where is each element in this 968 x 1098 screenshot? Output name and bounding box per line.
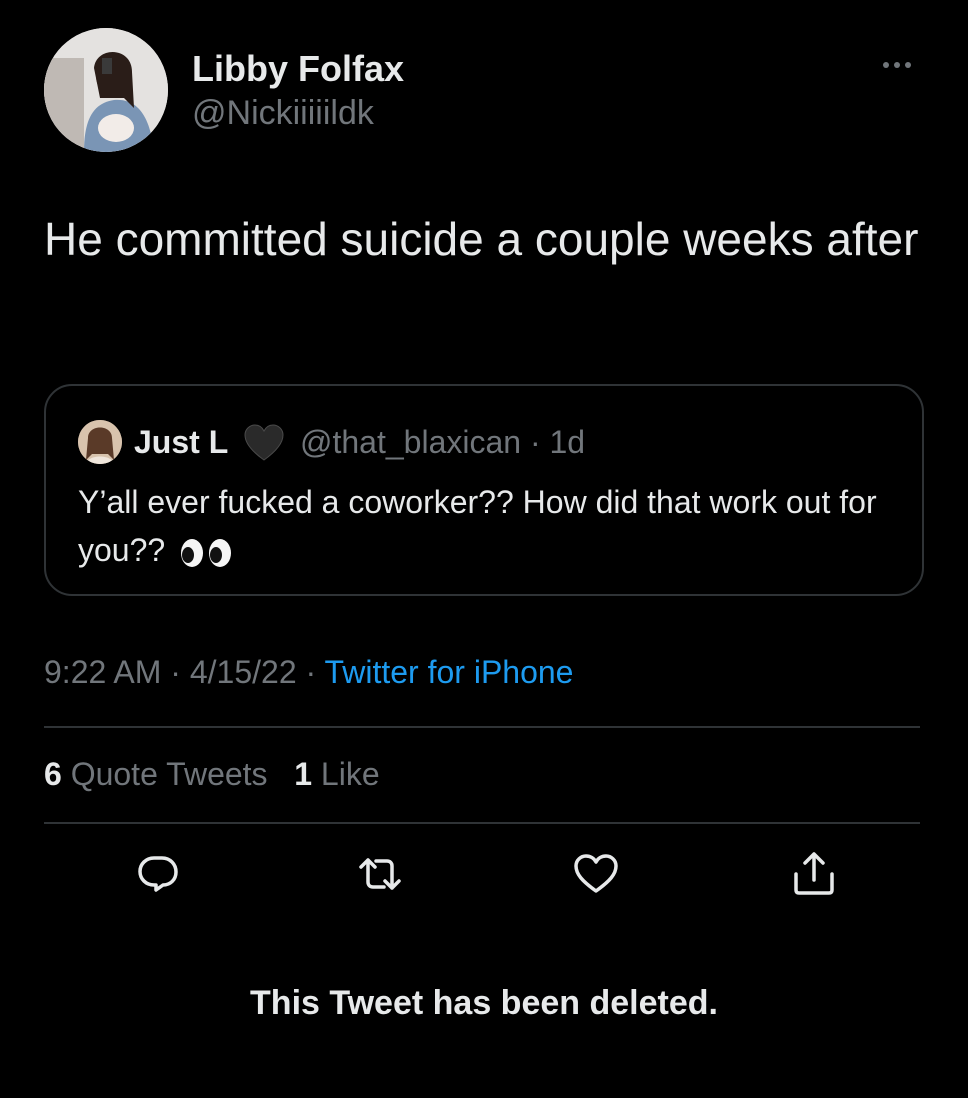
share-icon bbox=[794, 852, 834, 895]
quote-tweets-stat[interactable]: 6 Quote Tweets bbox=[44, 756, 268, 792]
like-count: 1 bbox=[294, 756, 313, 792]
quote-count: 6 bbox=[44, 756, 62, 792]
timestamp-separator: · bbox=[305, 654, 317, 690]
profile-photo-avatar-icon bbox=[44, 28, 168, 152]
quoted-time-ago: 1d bbox=[549, 424, 586, 460]
tweet-timestamp: 9:22 AM · 4/15/22 · Twitter for iPhone bbox=[44, 654, 573, 691]
author-avatar[interactable] bbox=[44, 28, 168, 152]
tweet-time[interactable]: 9:22 AM bbox=[44, 654, 161, 690]
more-dot bbox=[894, 62, 900, 68]
like-label: Like bbox=[320, 756, 380, 792]
divider bbox=[44, 822, 920, 824]
retweet-button[interactable] bbox=[356, 850, 404, 898]
quoted-tweet-card[interactable]: Just L @that_blaxican · 1d Y’all ever fu… bbox=[44, 384, 924, 596]
quoted-separator: · bbox=[529, 424, 541, 460]
tweet-text: He committed suicide a couple weeks afte… bbox=[44, 213, 919, 265]
author-handle[interactable]: @Nickiiiiildk bbox=[192, 94, 374, 133]
share-button[interactable] bbox=[790, 850, 838, 898]
quoted-display-name[interactable]: Just L bbox=[134, 424, 228, 461]
like-button[interactable] bbox=[572, 850, 620, 898]
timestamp-separator: · bbox=[170, 654, 181, 690]
more-dot bbox=[883, 62, 889, 68]
more-dot bbox=[905, 62, 911, 68]
deleted-notice: This Tweet has been deleted. bbox=[250, 984, 718, 1022]
retweet-icon bbox=[359, 858, 401, 890]
tweet-source-link[interactable]: Twitter for iPhone bbox=[324, 654, 573, 690]
quoted-handle[interactable]: @that_blaxican bbox=[300, 424, 521, 460]
quoted-tweet-text-block: Y’all ever fucked a coworker?? How did t… bbox=[78, 478, 898, 574]
likes-stat[interactable]: 1 Like bbox=[294, 756, 379, 792]
quote-label: Quote Tweets bbox=[70, 756, 268, 792]
author-display-name[interactable]: Libby Folfax bbox=[192, 48, 404, 90]
reply-icon bbox=[138, 856, 178, 892]
divider bbox=[44, 726, 920, 728]
ellipsis-icon[interactable] bbox=[872, 50, 922, 80]
tweet-detail: Libby Folfax @Nickiiiiildk He committed … bbox=[0, 0, 968, 1098]
reply-button[interactable] bbox=[134, 850, 182, 898]
quoted-author-avatar[interactable] bbox=[78, 420, 122, 464]
eyes-emoji-icon bbox=[181, 538, 232, 567]
black-heart-icon bbox=[244, 424, 284, 461]
tweet-date[interactable]: 4/15/22 bbox=[190, 654, 297, 690]
quoted-meta: @that_blaxican · 1d bbox=[300, 424, 585, 461]
quoted-profile-photo-icon bbox=[78, 420, 122, 464]
engagement-stats: 6 Quote Tweets 1 Like bbox=[44, 756, 380, 793]
heart-icon bbox=[574, 854, 618, 893]
